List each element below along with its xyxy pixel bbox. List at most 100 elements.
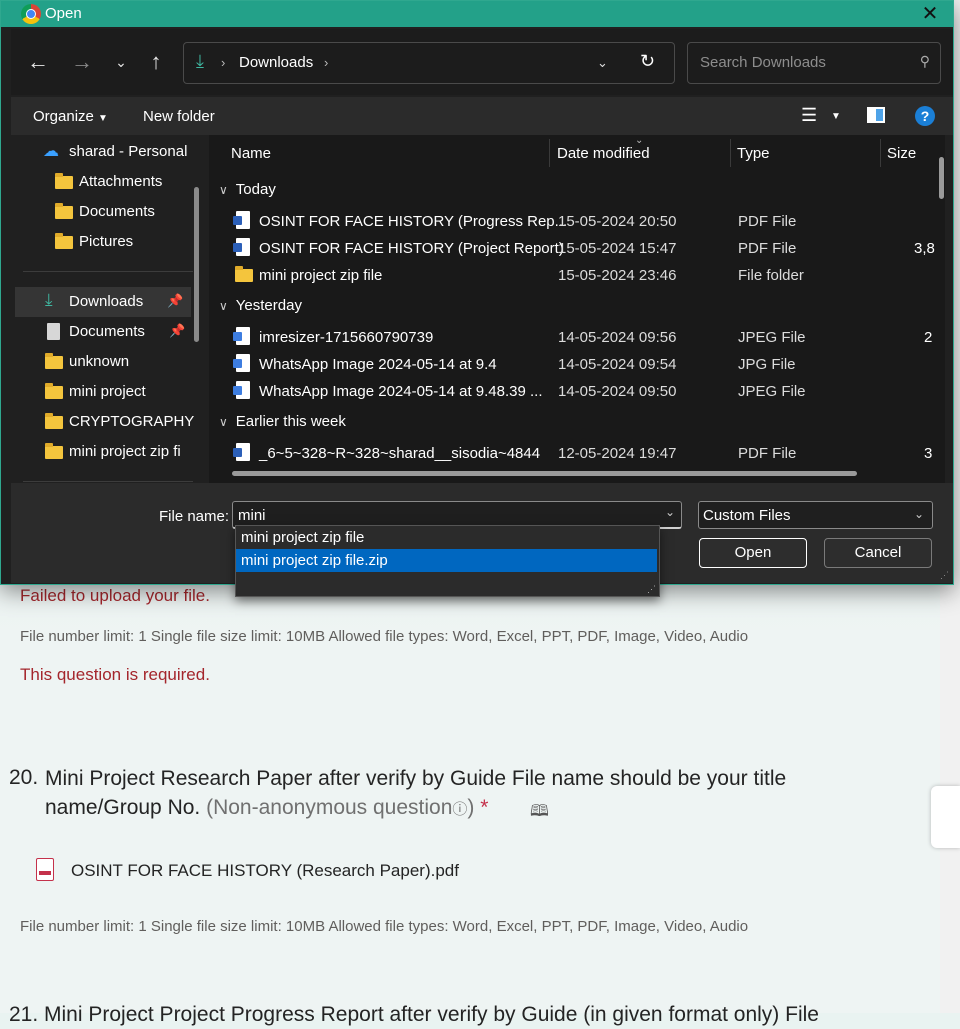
column-date-modified[interactable]: Date modified xyxy=(557,145,650,162)
file-date: 15-05-2024 23:46 xyxy=(558,267,677,284)
question21-partial: 21. Mini Project Project Progress Report… xyxy=(9,1003,819,1026)
list-horizontal-scrollbar[interactable] xyxy=(232,471,857,476)
group-header-yesterday[interactable]: ∨ Yesterday xyxy=(219,297,302,314)
nav-mini-project-zip[interactable]: mini project zip fi xyxy=(11,437,193,467)
search-box[interactable]: ⚲ xyxy=(687,42,941,84)
column-name[interactable]: Name xyxy=(231,145,271,162)
breadcrumb-chevron-icon[interactable]: › xyxy=(324,55,328,70)
column-separator[interactable] xyxy=(730,139,731,167)
help-icon[interactable]: ? xyxy=(915,106,935,126)
view-chevron-icon[interactable]: ▼ xyxy=(831,111,841,122)
file-row[interactable]: WhatsApp Image 2024-05-14 at 9.4 14-05-2… xyxy=(209,351,939,377)
folder-icon xyxy=(55,233,73,249)
group-label: Earlier this week xyxy=(235,413,346,430)
file-name: imresizer-1715660790739 xyxy=(259,329,434,346)
title-bar: Open ✕ xyxy=(1,1,953,27)
nav-scrollbar[interactable] xyxy=(194,187,199,342)
folder-icon xyxy=(55,173,73,189)
nav-documents[interactable]: Documents 📌 xyxy=(11,317,193,347)
question-title: Mini Project Research Paper after verify… xyxy=(45,764,786,824)
file-name-input[interactable] xyxy=(236,506,660,525)
document-icon xyxy=(233,443,250,461)
file-type: JPEG File xyxy=(738,329,806,346)
new-folder-button[interactable]: New folder xyxy=(143,108,215,125)
address-dropdown-icon[interactable]: ⌄ xyxy=(597,55,608,71)
file-row[interactable]: OSINT FOR FACE HISTORY (Project Report) … xyxy=(209,235,939,261)
file-name-dropdown-icon[interactable]: ⌄ xyxy=(665,505,675,519)
downloads-icon: ⤓ xyxy=(196,51,204,71)
cancel-button[interactable]: Cancel xyxy=(824,538,932,568)
navigation-pane: ☁ sharad - Personal Attachments Document… xyxy=(11,135,203,483)
column-separator[interactable] xyxy=(880,139,881,167)
refresh-icon[interactable]: ↻ xyxy=(640,51,655,72)
forward-arrow-icon[interactable]: → xyxy=(67,47,97,77)
collapse-chevron-icon: ∨ xyxy=(219,299,228,313)
file-row[interactable]: OSINT FOR FACE HISTORY (Progress Rep... … xyxy=(209,208,939,234)
address-bar[interactable]: ⤓ › Downloads › ⌄ ↻ xyxy=(183,42,675,84)
onedrive-personal[interactable]: ☁ sharad - Personal xyxy=(11,137,193,167)
close-icon[interactable]: ✕ xyxy=(917,1,943,27)
sort-chevron-icon: ⌄ xyxy=(635,135,644,146)
view-options-icon[interactable]: ☰ xyxy=(801,105,817,126)
file-row[interactable]: imresizer-1715660790739 14-05-2024 09:56… xyxy=(209,324,939,350)
nav-cryptography[interactable]: CRYPTOGRAPHY xyxy=(11,407,194,437)
file-limit-text-2: File number limit: 1 Single file size li… xyxy=(20,918,749,935)
side-panel-tab[interactable] xyxy=(931,786,960,848)
immersive-reader-icon[interactable]: 🕮 xyxy=(530,800,552,820)
chrome-icon xyxy=(21,4,41,24)
document-icon xyxy=(233,238,250,256)
group-label: Yesterday xyxy=(235,297,302,314)
file-name: OSINT FOR FACE HISTORY (Progress Rep... xyxy=(259,213,568,230)
pin-icon[interactable]: 📌 xyxy=(169,323,185,339)
nav-downloads[interactable]: ⤓ Downloads 📌 xyxy=(15,287,191,317)
info-icon[interactable]: ⓘ xyxy=(452,801,467,818)
file-name: WhatsApp Image 2024-05-14 at 9.48.39 ... xyxy=(259,383,543,400)
organize-button[interactable]: Organize ▼ xyxy=(33,108,108,125)
file-date: 14-05-2024 09:56 xyxy=(558,329,677,346)
file-type-select[interactable]: Custom Files ⌄ xyxy=(698,501,933,529)
nav-pictures[interactable]: Pictures xyxy=(11,227,193,257)
search-input[interactable] xyxy=(698,53,902,72)
onedrive-cloud-icon: ☁ xyxy=(43,143,59,160)
file-row[interactable]: _6~5~328~R~328~sharad__sisodia~4844 12-0… xyxy=(209,440,939,466)
up-arrow-icon[interactable]: ↑ xyxy=(141,47,171,77)
autocomplete-option-selected[interactable]: mini project zip file.zip xyxy=(236,549,657,572)
dialog-title: Open xyxy=(45,5,82,22)
group-header-earlier-this-week[interactable]: ∨ Earlier this week xyxy=(219,413,346,430)
column-type[interactable]: Type xyxy=(737,145,770,162)
back-arrow-icon[interactable]: ← xyxy=(23,47,53,77)
column-separator[interactable] xyxy=(549,139,550,167)
file-type: JPEG File xyxy=(738,383,806,400)
option-label: mini project zip file xyxy=(241,529,365,546)
file-type-chevron-icon: ⌄ xyxy=(913,507,924,521)
non-anonymous-note-close: ) xyxy=(467,796,475,819)
nav-label: mini project xyxy=(69,383,146,400)
folder-icon xyxy=(235,266,253,282)
open-button[interactable]: Open xyxy=(699,538,807,568)
nav-attachments[interactable]: Attachments xyxy=(11,167,193,197)
nav-documents-personal[interactable]: Documents xyxy=(11,197,193,227)
nav-unknown[interactable]: unknown xyxy=(11,347,193,377)
file-date: 14-05-2024 09:54 xyxy=(558,356,677,373)
autocomplete-option[interactable]: mini project zip file xyxy=(236,526,657,549)
image-icon xyxy=(233,327,250,345)
search-icon[interactable]: ⚲ xyxy=(920,53,930,70)
nav-label: unknown xyxy=(69,353,130,370)
autocomplete-resize-grip-icon[interactable]: ⋰ xyxy=(647,584,656,595)
file-row[interactable]: mini project zip file 15-05-2024 23:46 F… xyxy=(209,262,939,288)
uploaded-file-name[interactable]: OSINT FOR FACE HISTORY (Research Paper).… xyxy=(71,861,459,881)
breadcrumb-downloads[interactable]: Downloads xyxy=(239,54,313,71)
column-size[interactable]: Size xyxy=(887,145,916,162)
resize-grip-icon[interactable]: ⋰ xyxy=(940,570,949,581)
nav-label: Pictures xyxy=(79,233,134,250)
pin-icon[interactable]: 📌 xyxy=(167,293,183,309)
preview-pane-icon[interactable] xyxy=(867,107,885,123)
file-row[interactable]: WhatsApp Image 2024-05-14 at 9.48.39 ...… xyxy=(209,378,939,404)
list-vertical-scrollbar[interactable] xyxy=(939,157,944,199)
nav-mini-project[interactable]: mini project xyxy=(11,377,193,407)
file-size: 3 xyxy=(924,445,933,462)
recent-locations-chevron-icon[interactable]: ⌄ xyxy=(106,47,136,77)
group-header-today[interactable]: ∨ Today xyxy=(219,181,276,198)
file-date: 15-05-2024 15:47 xyxy=(558,240,677,257)
nav-divider xyxy=(23,481,193,482)
